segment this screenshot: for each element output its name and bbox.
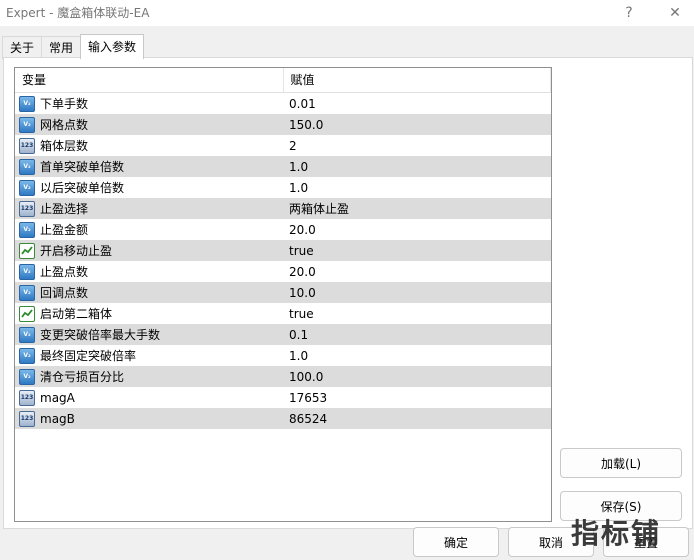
table-row[interactable]: V₂ 变更突破倍率最大手数 0.1 [15,324,551,345]
table-row[interactable]: V₂ 最终固定突破倍率 1.0 [15,345,551,366]
variable-cell: 123 止盈选择 [15,200,289,217]
value-cell[interactable]: 86524 [289,412,327,426]
variable-cell: 123 箱体层数 [15,137,289,154]
variable-cell: 123 magB [15,410,289,427]
value-cell[interactable]: 17653 [289,391,327,405]
table-row[interactable]: 123 止盈选择 两箱体止盈 [15,198,551,219]
tab-common[interactable]: 常用 [41,36,82,59]
variable-name: 启动第二箱体 [40,307,113,321]
variable-name: 下单手数 [40,97,89,111]
double-type-icon: V₂ [19,326,35,343]
value-cell[interactable]: 20.0 [289,223,316,237]
double-type-icon: V₂ [19,95,35,112]
table-row[interactable]: V₂ 清仓亏损百分比 100.0 [15,366,551,387]
table-row[interactable]: 123 箱体层数 2 [15,135,551,156]
tab-bar: 关于 常用 输入参数 [2,34,145,59]
value-cell[interactable]: 1.0 [289,181,308,195]
variable-name: 开启移动止盈 [40,244,113,258]
table-row[interactable]: V₂ 下单手数 0.01 [15,93,551,114]
int-type-icon: 123 [19,410,35,427]
variable-name: 箱体层数 [40,139,89,153]
variable-cell: V₂ 变更突破倍率最大手数 [15,326,289,343]
double-type-icon: V₂ [19,221,35,238]
double-type-icon: V₂ [19,368,35,385]
value-cell[interactable]: 100.0 [289,370,323,384]
value-cell[interactable]: 150.0 [289,118,323,132]
ok-button[interactable]: 确定 [413,527,499,557]
double-type-icon: V₂ [19,158,35,175]
table-row[interactable]: 开启移动止盈 true [15,240,551,261]
table-row[interactable]: V₂ 网格点数 150.0 [15,114,551,135]
table-row[interactable]: V₂ 止盈点数 20.0 [15,261,551,282]
variable-name: magB [40,411,75,426]
value-cell[interactable]: 20.0 [289,265,316,279]
value-cell[interactable]: 两箱体止盈 [289,200,349,217]
column-header-value[interactable]: 赋值 [284,68,551,92]
int-type-icon: 123 [19,389,35,406]
variable-name: magA [40,390,75,405]
double-type-icon: V₂ [19,116,35,133]
variable-cell: V₂ 止盈点数 [15,263,289,280]
tab-inputs[interactable]: 输入参数 [80,34,145,59]
value-cell[interactable]: 0.01 [289,97,316,111]
load-button[interactable]: 加载(L) [560,448,682,478]
table-row[interactable]: 启动第二箱体 true [15,303,551,324]
variable-cell: V₂ 以后突破单倍数 [15,179,289,196]
variable-name: 回调点数 [40,286,89,300]
variable-name: 清仓亏损百分比 [40,370,125,384]
table-row[interactable]: 123 magA 17653 [15,387,551,408]
table-row[interactable]: V₂ 回调点数 10.0 [15,282,551,303]
value-cell[interactable]: 10.0 [289,286,316,300]
column-header-variable[interactable]: 变量 [15,68,284,92]
table-row[interactable]: V₂ 止盈金额 20.0 [15,219,551,240]
value-cell[interactable]: 1.0 [289,349,308,363]
watermark-logo: 指标铺 [571,517,662,550]
variable-cell: V₂ 首单突破单倍数 [15,158,289,175]
variable-name: 变更突破倍率最大手数 [40,328,161,342]
variable-name: 止盈金额 [40,223,89,237]
double-type-icon: V₂ [19,179,35,196]
variable-name: 以后突破单倍数 [40,181,125,195]
double-type-icon: V₂ [19,284,35,301]
table-row[interactable]: V₂ 以后突破单倍数 1.0 [15,177,551,198]
title-bar: Expert - 魔盒箱体联动-EA ? ✕ [0,0,694,26]
bool-type-icon [19,242,35,259]
parameters-grid: 变量 赋值 V₂ 下单手数 0.01 V₂ 网格点数 150.0 123 箱体层数 2 V₂ 首单突… [14,67,552,522]
variable-name: 止盈点数 [40,265,89,279]
close-button[interactable]: ✕ [662,2,688,24]
table-row[interactable]: V₂ 首单突破单倍数 1.0 [15,156,551,177]
variable-cell: V₂ 网格点数 [15,116,289,133]
variable-cell: V₂ 回调点数 [15,284,289,301]
variable-cell: 123 magA [15,389,289,406]
double-type-icon: V₂ [19,263,35,280]
variable-name: 首单突破单倍数 [40,160,125,174]
variable-name: 止盈选择 [40,202,89,216]
variable-name: 网格点数 [40,118,89,132]
grid-header: 变量 赋值 [15,68,551,93]
variable-cell: V₂ 最终固定突破倍率 [15,347,289,364]
bool-type-icon [19,305,35,322]
variable-cell: 开启移动止盈 [15,242,289,259]
window-title: Expert - 魔盒箱体联动-EA [6,6,150,20]
int-type-icon: 123 [19,200,35,217]
help-button[interactable]: ? [616,2,642,24]
variable-cell: 启动第二箱体 [15,305,289,322]
value-cell[interactable]: true [289,244,314,258]
int-type-icon: 123 [19,137,35,154]
value-cell[interactable]: 0.1 [289,328,308,342]
value-cell[interactable]: true [289,307,314,321]
table-row[interactable]: 123 magB 86524 [15,408,551,429]
grid-rows: V₂ 下单手数 0.01 V₂ 网格点数 150.0 123 箱体层数 2 V₂ 首单突破单倍数 1.… [15,93,551,429]
tab-about[interactable]: 关于 [2,36,43,59]
variable-cell: V₂ 清仓亏损百分比 [15,368,289,385]
variable-name: 最终固定突破倍率 [40,349,137,363]
value-cell[interactable]: 2 [289,139,297,153]
variable-cell: V₂ 下单手数 [15,95,289,112]
double-type-icon: V₂ [19,347,35,364]
value-cell[interactable]: 1.0 [289,160,308,174]
variable-cell: V₂ 止盈金额 [15,221,289,238]
